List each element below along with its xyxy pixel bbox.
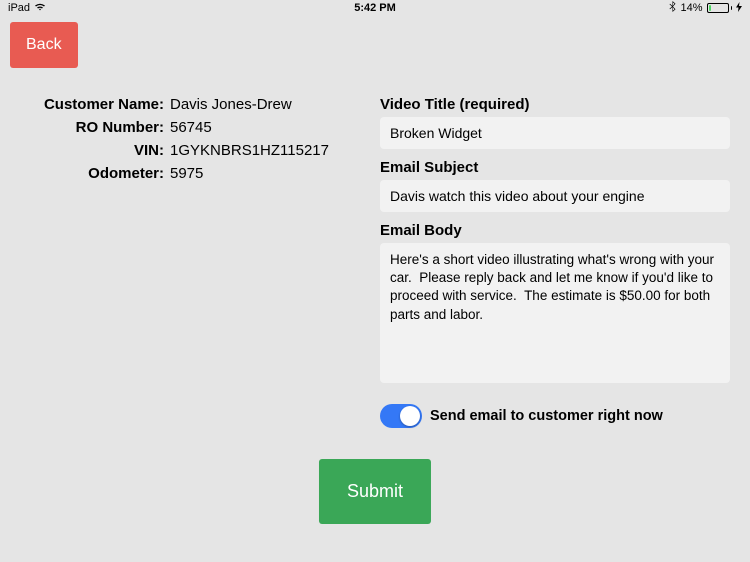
status-time: 5:42 PM xyxy=(354,2,396,14)
charging-icon xyxy=(736,2,742,15)
bluetooth-icon xyxy=(669,1,676,15)
ro-number-row: RO Number: 56745 xyxy=(0,119,360,136)
customer-name-label: Customer Name: xyxy=(0,96,170,113)
email-subject-label: Email Subject xyxy=(380,159,730,176)
odometer-label: Odometer: xyxy=(0,165,170,182)
email-subject-input[interactable] xyxy=(380,180,730,212)
content-area: Customer Name: Davis Jones-Drew RO Numbe… xyxy=(0,16,750,428)
status-bar: iPad 5:42 PM 14% xyxy=(0,0,750,16)
video-title-input[interactable] xyxy=(380,117,730,149)
vin-value: 1GYKNBRS1HZ115217 xyxy=(170,142,329,159)
email-form-panel: Video Title (required) Email Subject Ema… xyxy=(380,96,740,428)
odometer-row: Odometer: 5975 xyxy=(0,165,360,182)
battery-icon xyxy=(707,3,733,13)
back-button[interactable]: Back xyxy=(10,22,78,68)
status-left: iPad xyxy=(8,2,46,14)
send-email-toggle-label: Send email to customer right now xyxy=(430,408,663,424)
customer-name-value: Davis Jones-Drew xyxy=(170,96,292,113)
ro-number-label: RO Number: xyxy=(0,119,170,136)
video-title-group: Video Title (required) xyxy=(380,96,730,149)
battery-percent: 14% xyxy=(680,2,702,14)
customer-name-row: Customer Name: Davis Jones-Drew xyxy=(0,96,360,113)
vin-row: VIN: 1GYKNBRS1HZ115217 xyxy=(0,142,360,159)
odometer-value: 5975 xyxy=(170,165,203,182)
email-body-label: Email Body xyxy=(380,222,730,239)
email-body-textarea[interactable] xyxy=(380,243,730,383)
vin-label: VIN: xyxy=(0,142,170,159)
video-title-label: Video Title (required) xyxy=(380,96,730,113)
status-right: 14% xyxy=(669,1,742,15)
customer-info-panel: Customer Name: Davis Jones-Drew RO Numbe… xyxy=(0,96,380,428)
toggle-knob xyxy=(400,406,420,426)
send-email-toggle-row: Send email to customer right now xyxy=(380,404,730,428)
device-label: iPad xyxy=(8,2,30,14)
email-body-group: Email Body xyxy=(380,222,730,388)
ro-number-value: 56745 xyxy=(170,119,212,136)
wifi-icon xyxy=(34,2,46,14)
send-email-toggle[interactable] xyxy=(380,404,422,428)
email-subject-group: Email Subject xyxy=(380,159,730,212)
submit-button[interactable]: Submit xyxy=(319,459,431,524)
